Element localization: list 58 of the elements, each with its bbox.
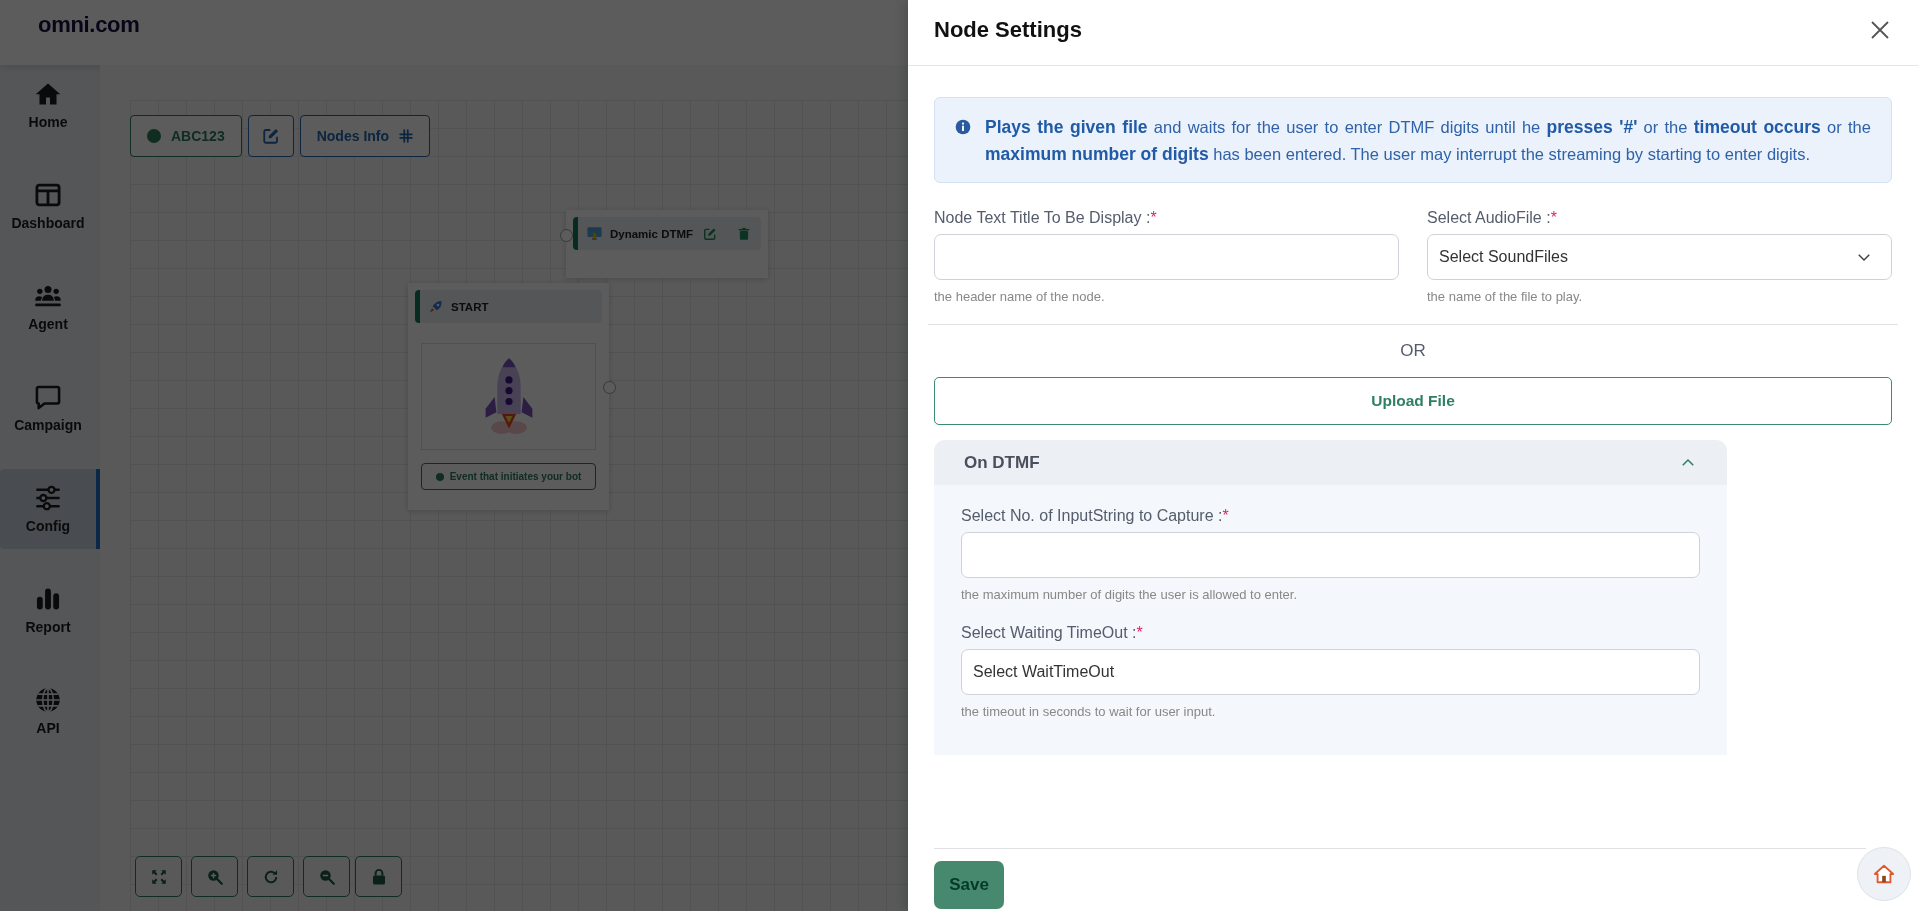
- edit-icon: [261, 127, 280, 145]
- nav-item[interactable]: Dashboard: [0, 166, 100, 246]
- event-pill[interactable]: Event that initiates your bot: [421, 463, 596, 490]
- field-hint: the maximum number of digits the user is allowed to enter.: [961, 587, 1297, 602]
- home-button[interactable]: [1857, 847, 1911, 901]
- canvas-control-button[interactable]: [247, 856, 294, 897]
- dashboard-icon: [34, 181, 62, 209]
- dropdown-field[interactable]: Select WaitTimeOut: [961, 649, 1700, 695]
- dropdown-field[interactable]: Select SoundFiles: [1427, 234, 1892, 280]
- nav-item[interactable]: Config: [0, 469, 100, 549]
- flow-node[interactable]: Dynamic DTMF: [566, 210, 768, 278]
- hash-icon: [399, 129, 414, 143]
- info-icon: [955, 119, 971, 135]
- house-icon: [1873, 863, 1895, 885]
- canvas-control-button[interactable]: [191, 856, 238, 897]
- save-button[interactable]: Save: [934, 861, 1004, 909]
- expand-icon: [149, 867, 168, 886]
- canvas-control-button[interactable]: [135, 856, 182, 897]
- status-dot: [435, 472, 444, 481]
- sliders-icon: [34, 484, 62, 512]
- rocket-icon: [428, 298, 444, 315]
- flow-node[interactable]: START Event that initiates your bot: [408, 283, 609, 510]
- canvas-control-button[interactable]: [355, 856, 402, 897]
- upload-button[interactable]: Upload File: [934, 377, 1892, 425]
- canvas-control-button[interactable]: [303, 856, 350, 897]
- panel-title: Node Settings: [934, 16, 1082, 43]
- flow-name-button[interactable]: ABC123: [130, 115, 242, 157]
- event-label: Event that initiates your bot: [449, 471, 582, 482]
- zoom-out-icon: [317, 867, 336, 886]
- brand-logo[interactable]: omni.com: [38, 11, 140, 38]
- nav-item[interactable]: Home: [0, 65, 100, 145]
- field-label: Node Text Title To Be Display :*: [934, 209, 1157, 227]
- nav-item[interactable]: API: [0, 671, 100, 751]
- trash-icon[interactable]: [737, 226, 751, 241]
- nav-item[interactable]: Campaign: [0, 368, 100, 448]
- field-hint: the timeout in seconds to wait for user input.: [961, 704, 1216, 719]
- edit-button[interactable]: [247, 115, 294, 157]
- info-text: Plays the given file and waits for the user to enter DTMF digits until he presses '#' or the timeout occurs or the maximum number of digits has been entered. The user may interrupt the streaming by starting to enter digits.: [985, 116, 1871, 166]
- zoom-in-icon: [205, 867, 224, 886]
- status-dot: [147, 129, 161, 143]
- field-hint: the header name of the node.: [934, 289, 1105, 304]
- node-title: Dynamic DTMF: [610, 227, 695, 240]
- accordion-header[interactable]: On DTMF: [934, 440, 1727, 485]
- edit-icon[interactable]: [703, 226, 717, 241]
- field-label: Select AudioFile :*: [1427, 209, 1557, 227]
- separator-label: OR: [1400, 341, 1426, 361]
- nodes-info-button[interactable]: Nodes Info: [299, 115, 431, 157]
- nav-item[interactable]: Report: [0, 570, 100, 650]
- monitor-icon: [586, 225, 603, 242]
- field-hint: the name of the file to play.: [1427, 289, 1583, 304]
- text-input-field[interactable]: [961, 532, 1700, 578]
- chat-bubble-icon: [34, 383, 62, 411]
- text-input-field[interactable]: [934, 234, 1399, 280]
- globe-icon: [34, 686, 62, 714]
- nav-item[interactable]: Agent: [0, 267, 100, 347]
- field-label: Select No. of InputString to Capture :*: [961, 507, 1229, 525]
- node-title: START: [451, 300, 490, 313]
- field-label: Select Waiting TimeOut :*: [961, 624, 1143, 642]
